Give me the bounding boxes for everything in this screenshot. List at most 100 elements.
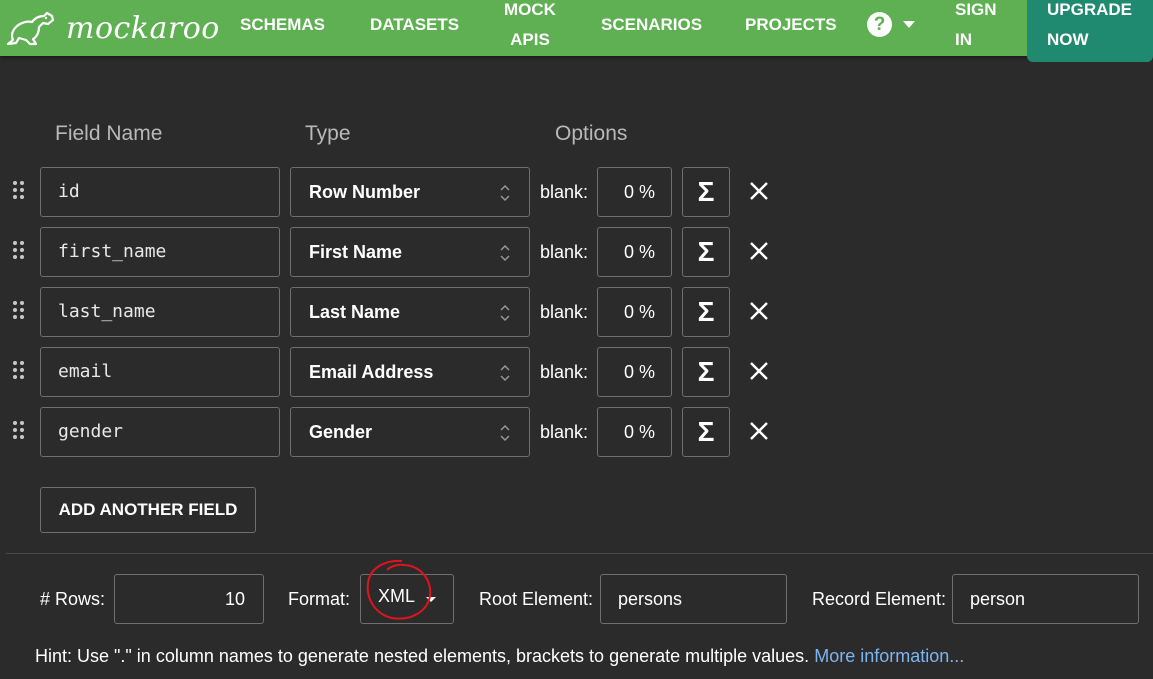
field-name-input[interactable]: email — [40, 347, 280, 397]
formula-button[interactable]: Σ — [682, 287, 730, 337]
field-name-input[interactable]: id — [40, 167, 280, 217]
nav-schemas-label: SCHEMAS — [240, 15, 326, 34]
more-information-link[interactable]: More information... — [814, 646, 964, 666]
drag-handle-icon[interactable] — [13, 361, 25, 381]
sort-arrows-icon — [500, 183, 510, 203]
blank-label: blank: — [540, 362, 589, 382]
field-type-select[interactable]: Last Name — [290, 287, 530, 337]
field-type-select[interactable]: Email Address — [290, 347, 530, 397]
logo[interactable]: mockaroo — [6, 8, 220, 48]
field-type-value: First Name — [309, 242, 403, 262]
drag-handle-icon[interactable] — [13, 241, 25, 261]
field-row: first_name First Name blank: 0 % Σ — [0, 227, 800, 279]
formula-button[interactable]: Σ — [682, 167, 730, 217]
root-element-input[interactable]: persons — [600, 574, 787, 624]
blank-label: blank: — [540, 422, 589, 442]
sort-arrows-icon — [500, 243, 510, 263]
nav-mock-apis-line1: MOCK — [504, 0, 556, 19]
field-name-input[interactable]: last_name — [40, 287, 280, 337]
hint-text: Hint: Use "." in column names to generat… — [35, 646, 964, 667]
blank-percent-input[interactable]: 0 % — [597, 287, 672, 337]
blank-percent-input[interactable]: 0 % — [597, 347, 672, 397]
blank-label: blank: — [540, 242, 589, 262]
blank-label: blank: — [540, 302, 589, 322]
caret-down-icon — [426, 597, 436, 602]
nav-scenarios[interactable]: SCENARIOS — [601, 10, 702, 40]
drag-handle-icon[interactable] — [13, 421, 25, 441]
sigma-icon: Σ — [697, 416, 715, 447]
field-row: last_name Last Name blank: 0 % Σ — [0, 287, 800, 339]
record-element-label: Record Element: — [812, 589, 947, 609]
field-name-value: last_name — [58, 301, 156, 322]
nav-schemas[interactable]: SCHEMAS — [240, 10, 325, 40]
field-name-value: email — [58, 361, 113, 382]
format-value: XML — [378, 586, 416, 606]
field-row: id Row Number blank: 0 % Σ — [0, 167, 800, 219]
close-icon[interactable] — [747, 239, 771, 263]
blank-percent-input[interactable]: 0 % — [597, 407, 672, 457]
format-select[interactable]: XML — [360, 574, 454, 624]
nav-projects[interactable]: PROJECTS — [745, 10, 837, 40]
sort-arrows-icon — [500, 303, 510, 323]
column-header-options: Options — [555, 122, 628, 145]
blank-percent-input[interactable]: 0 % — [597, 227, 672, 277]
add-another-field-button[interactable]: ADD ANOTHER FIELD — [40, 487, 256, 533]
root-element-label: Root Element: — [479, 589, 594, 609]
field-row: email Email Address blank: 0 % Σ — [0, 347, 800, 399]
blank-label: blank: — [540, 182, 589, 202]
record-element-input[interactable]: person — [952, 574, 1139, 624]
help-icon: ? — [867, 12, 892, 37]
kangaroo-icon — [6, 11, 55, 46]
rows-label: # Rows: — [40, 589, 106, 609]
field-name-input[interactable]: first_name — [40, 227, 280, 277]
nav-sign-in-line2: IN — [955, 30, 972, 49]
hint-message: Hint: Use "." in column names to generat… — [35, 646, 810, 666]
field-name-input[interactable]: gender — [40, 407, 280, 457]
top-navigation-bar: mockaroo SCHEMAS DATASETS MOCK APIS SCEN… — [0, 0, 1153, 56]
upgrade-line2: NOW — [1047, 30, 1089, 49]
blank-percent-input[interactable]: 0 % — [597, 167, 672, 217]
close-icon[interactable] — [747, 359, 771, 383]
field-type-select[interactable]: Gender — [290, 407, 530, 457]
close-icon[interactable] — [747, 179, 771, 203]
close-icon[interactable] — [747, 419, 771, 443]
nav-sign-in[interactable]: SIGN IN — [955, 0, 997, 55]
nav-sign-in-line1: SIGN — [955, 0, 997, 19]
nav-mock-apis[interactable]: MOCK APIS — [502, 0, 558, 55]
format-label: Format: — [288, 589, 351, 609]
caret-down-icon — [903, 21, 915, 28]
field-type-select[interactable]: First Name — [290, 227, 530, 277]
field-name-value: id — [58, 181, 80, 202]
field-type-select[interactable]: Row Number — [290, 167, 530, 217]
nav-datasets-label: DATASETS — [370, 15, 460, 34]
field-type-value: Gender — [309, 422, 373, 442]
formula-button[interactable]: Σ — [682, 407, 730, 457]
formula-button[interactable]: Σ — [682, 227, 730, 277]
nav-scenarios-label: SCENARIOS — [601, 15, 703, 34]
nav-projects-label: PROJECTS — [745, 15, 837, 34]
field-type-value: Email Address — [309, 362, 434, 382]
sort-arrows-icon — [500, 363, 510, 383]
upgrade-now-button[interactable]: UPGRADE NOW — [1027, 0, 1153, 62]
field-row: gender Gender blank: 0 % Σ — [0, 407, 800, 459]
upgrade-line1: UPGRADE — [1047, 0, 1133, 19]
sigma-icon: Σ — [697, 176, 715, 207]
field-type-value: Row Number — [309, 182, 421, 202]
field-name-value: gender — [58, 421, 124, 442]
field-name-value: first_name — [58, 241, 167, 262]
nav-mock-apis-line2: APIS — [510, 30, 550, 49]
close-icon[interactable] — [747, 299, 771, 323]
help-menu[interactable]: ? — [867, 12, 915, 37]
sigma-icon: Σ — [697, 356, 715, 387]
drag-handle-icon[interactable] — [13, 181, 25, 201]
sigma-icon: Σ — [697, 296, 715, 327]
sigma-icon: Σ — [697, 236, 715, 267]
drag-handle-icon[interactable] — [13, 301, 25, 321]
rows-input[interactable]: 10 — [114, 574, 264, 624]
divider — [6, 553, 1153, 554]
logo-text: mockaroo — [66, 10, 220, 46]
sort-arrows-icon — [500, 423, 510, 443]
column-header-type: Type — [305, 122, 351, 145]
formula-button[interactable]: Σ — [682, 347, 730, 397]
nav-datasets[interactable]: DATASETS — [370, 10, 459, 40]
